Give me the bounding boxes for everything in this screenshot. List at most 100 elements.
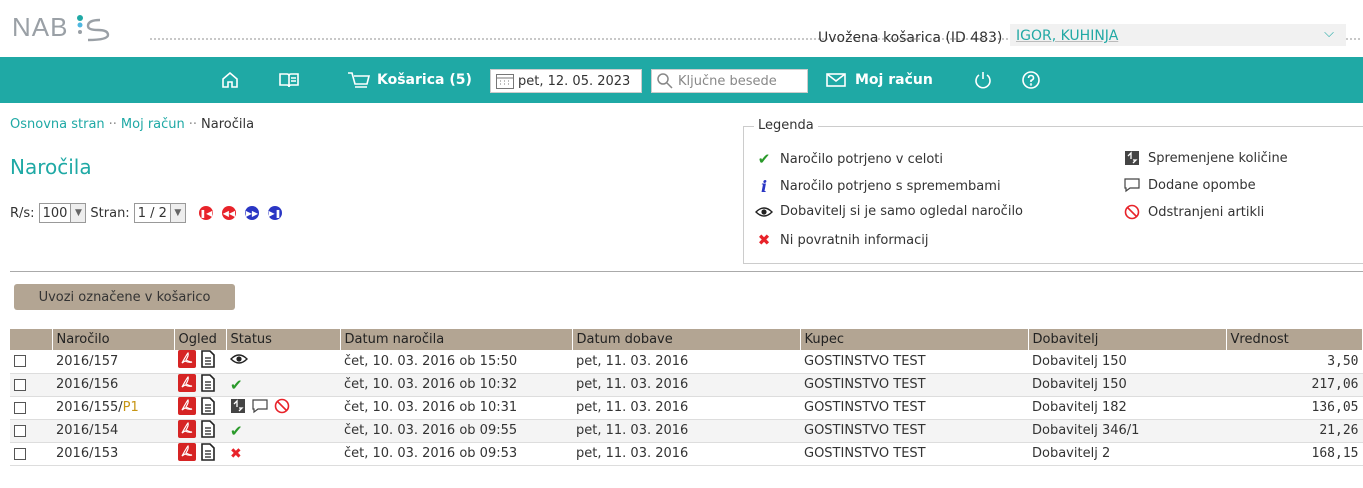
book-icon (279, 73, 299, 88)
power-icon (975, 72, 991, 89)
view-cell (174, 442, 226, 466)
table-row[interactable]: 2016/157 čet, 10. 03. 2016 ob 15:50 pet, 1… (10, 350, 1363, 374)
column-header[interactable]: Datum dobave (572, 329, 801, 350)
table-row[interactable]: 2016/156 ✔ čet, 10. 03. 2016 ob 10:32 pet, … (10, 373, 1363, 397)
row-checkbox[interactable] (14, 355, 26, 368)
legend-label: Spremenjene količine (1148, 150, 1288, 166)
catalog-button[interactable] (278, 57, 300, 103)
legend-item-no-feedback: ✖ Ni povratnih informacij (754, 231, 929, 249)
order-suffix[interactable]: P1 (123, 400, 139, 415)
customer-select-value: IGOR, KUHINJA (1016, 28, 1119, 44)
page-select[interactable]: 1 / 2 ▼ (133, 203, 186, 223)
customer-select[interactable]: IGOR, KUHINJA ⌵ (1010, 24, 1346, 46)
column-header[interactable]: Vrednost (1226, 329, 1363, 350)
eye-icon (754, 206, 774, 218)
value-cell: 136,05 (1226, 396, 1363, 420)
document-icon[interactable] (201, 373, 215, 396)
order-number[interactable]: 2016/155/ (56, 400, 123, 415)
table-row[interactable]: 2016/154 ✔ čet, 10. 03. 2016 ob 09:55 pet, … (10, 419, 1363, 443)
my-account-button[interactable]: Moj račun (825, 57, 933, 103)
pdf-icon[interactable] (178, 442, 196, 465)
imported-basket-info: Uvožena košarica (ID 483) (818, 30, 1003, 46)
cart-button[interactable]: Košarica (5) (347, 57, 472, 103)
quantity-changed-icon (1122, 150, 1142, 166)
first-page-button[interactable]: ❚◀ (198, 206, 213, 220)
quantity-changed-icon (230, 398, 246, 418)
pdf-icon[interactable] (178, 396, 196, 419)
legend-item-confirmed-changes: i Naročilo potrjeno s spremembami (754, 177, 1001, 196)
row-checkbox[interactable] (14, 447, 26, 460)
svg-text:NAB: NAB (12, 12, 68, 42)
calendar-icon (496, 74, 514, 89)
view-cell (174, 396, 226, 420)
document-icon[interactable] (201, 396, 215, 419)
delivery-date-cell: pet, 11. 03. 2016 (572, 442, 800, 466)
column-header[interactable]: Naročilo (52, 329, 175, 350)
main-navbar: Košarica (5) pet, 12. 05. 2023 Ključne b… (0, 57, 1363, 103)
row-checkbox[interactable] (14, 378, 26, 391)
previous-page-button[interactable]: ◀◀ (221, 206, 236, 220)
comment-icon (1122, 177, 1142, 193)
breadcrumb-home[interactable]: Osnovna stran (10, 117, 105, 132)
last-page-button[interactable]: ▶❚ (267, 206, 282, 220)
row-select-cell (10, 442, 52, 466)
import-selected-button[interactable]: Uvozi označene v košarico (14, 284, 235, 310)
row-select-cell (10, 396, 52, 420)
document-icon[interactable] (201, 442, 215, 465)
legend-item-comments: Dodane opombe (1122, 177, 1256, 193)
legend-label: Naročilo potrjeno v celoti (780, 151, 943, 167)
page-title: Naročila (10, 155, 92, 179)
home-button[interactable] (220, 57, 240, 103)
order-number-cell[interactable]: 2016/155/P1 (52, 396, 174, 420)
section-divider (10, 271, 1363, 272)
order-number-cell[interactable]: 2016/154 (52, 419, 174, 443)
orders-table: Naročilo Ogled Status Datum naročila Dat… (10, 329, 1363, 466)
column-header[interactable]: Dobavitelj (1028, 329, 1227, 350)
order-date-cell: čet, 10. 03. 2016 ob 09:53 (340, 442, 572, 466)
delivery-date-cell: pet, 11. 03. 2016 (572, 396, 800, 420)
table-row[interactable]: 2016/155/P1 čet, 10. 03. 2016 ob 10:31 pet… (10, 396, 1363, 420)
delivery-date-cell: pet, 11. 03. 2016 (572, 350, 800, 374)
cross-icon: ✖ (757, 231, 771, 249)
legend-item-removed: Odstranjeni artikli (1122, 204, 1264, 220)
pdf-icon[interactable] (178, 373, 196, 396)
column-header: Ogled (174, 329, 227, 350)
order-number-cell[interactable]: 2016/156 (52, 373, 174, 397)
view-cell (174, 350, 226, 374)
legend-label: Odstranjeni artikli (1148, 204, 1265, 220)
row-checkbox[interactable] (14, 401, 26, 414)
order-number[interactable]: 2016/157 (56, 354, 118, 369)
order-number-cell[interactable]: 2016/153 (52, 442, 174, 466)
logout-button[interactable] (973, 57, 993, 103)
buyer-cell: GOSTINSTVO TEST (800, 373, 1028, 397)
order-number[interactable]: 2016/153 (56, 446, 118, 461)
column-header[interactable]: Datum naročila (340, 329, 573, 350)
rows-per-page-select[interactable]: 100 ▼ (38, 203, 87, 223)
legend-label: Naročilo potrjeno s spremembami (780, 179, 1001, 194)
next-page-button[interactable]: ▶▶ (244, 206, 259, 220)
buyer-cell: GOSTINSTVO TEST (800, 350, 1028, 374)
pdf-icon[interactable] (178, 350, 196, 372)
eye-icon (230, 353, 248, 369)
breadcrumb-my-account[interactable]: Moj račun (121, 117, 185, 132)
document-icon[interactable] (201, 350, 215, 372)
pdf-icon[interactable] (178, 419, 196, 442)
order-date-cell: čet, 10. 03. 2016 ob 09:55 (340, 419, 572, 443)
order-number[interactable]: 2016/154 (56, 423, 118, 438)
row-checkbox[interactable] (14, 424, 26, 437)
help-button[interactable] (1021, 57, 1041, 103)
table-row[interactable]: 2016/153 ✖ čet, 10. 03. 2016 ob 09:53 pet, … (10, 442, 1363, 466)
legend-title: Legenda (754, 118, 818, 133)
delivery-date-picker[interactable]: pet, 12. 05. 2023 (490, 69, 642, 93)
search-input[interactable]: Ključne besede (651, 69, 808, 93)
legend-label: Dobavitelj si je samo ogledal naročilo (780, 204, 1024, 219)
document-icon[interactable] (201, 419, 215, 442)
check-icon: ✔ (230, 421, 243, 440)
view-cell (174, 419, 226, 443)
row-select-cell (10, 350, 52, 374)
chevron-down-icon: ▼ (70, 204, 86, 222)
order-number[interactable]: 2016/156 (56, 377, 118, 392)
column-header[interactable]: Kupec (800, 329, 1029, 350)
order-number-cell[interactable]: 2016/157 (52, 350, 174, 374)
legend-label: Ni povratnih informacij (780, 232, 929, 248)
